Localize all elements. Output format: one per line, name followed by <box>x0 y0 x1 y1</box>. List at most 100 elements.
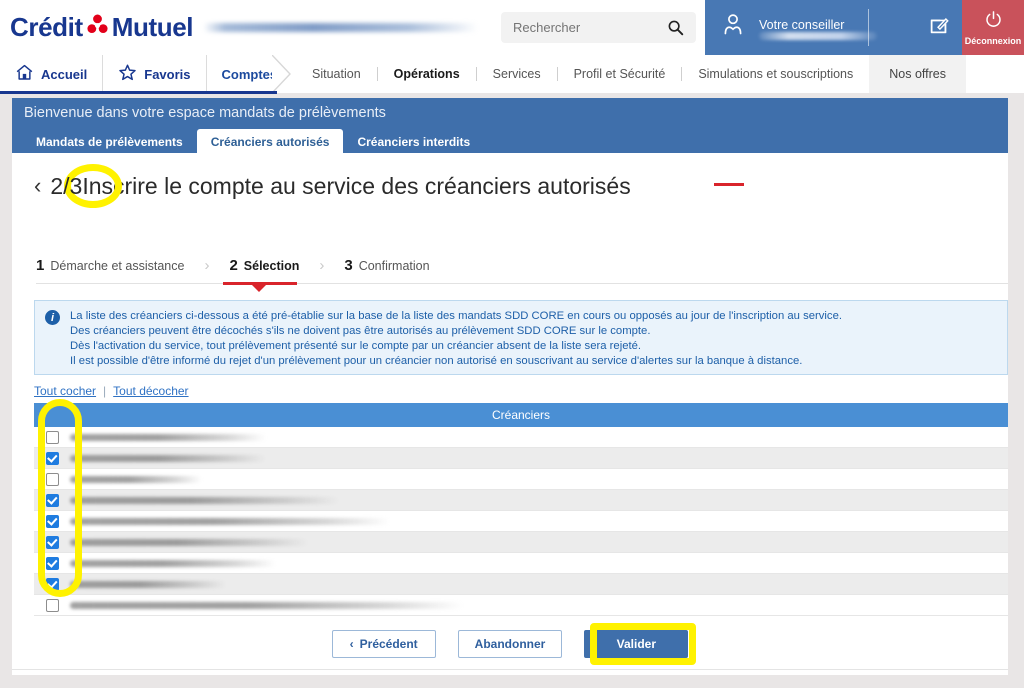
subnav-item-simulations[interactable]: Simulations et souscriptions <box>682 55 869 93</box>
trefoil-icon <box>86 12 109 43</box>
search-box[interactable] <box>501 12 696 43</box>
subnav-item-nos-offres[interactable]: Nos offres <box>869 55 966 93</box>
checkbox-checked[interactable] <box>45 493 59 507</box>
step-fraction: 2/3 <box>50 173 83 199</box>
table-row[interactable] <box>34 574 1008 595</box>
messaging-button[interactable] <box>915 0 962 55</box>
nav-label: Favoris <box>144 66 191 82</box>
table-row[interactable] <box>34 448 1008 469</box>
stepper-caret-icon <box>252 285 266 292</box>
validate-button[interactable]: Valider <box>584 630 689 658</box>
redacted-creditor-name <box>70 475 202 483</box>
table-row[interactable] <box>34 595 1008 616</box>
subnav-item-situation[interactable]: Situation <box>296 55 377 93</box>
abandon-button[interactable]: Abandonner <box>457 630 563 658</box>
step-3[interactable]: 3 Confirmation <box>344 257 429 274</box>
checkbox-checked[interactable] <box>45 514 59 528</box>
table-row[interactable] <box>34 553 1008 574</box>
tab-mandats-de-prelevements[interactable]: Mandats de prélèvements <box>22 129 197 154</box>
step-number: 2 <box>229 257 238 274</box>
section-banner: Bienvenue dans votre espace mandats de p… <box>12 98 1008 154</box>
step-2[interactable]: 2 Sélection <box>229 257 299 274</box>
validate-label: Valider <box>616 637 656 651</box>
previous-label: Précédent <box>359 637 418 651</box>
checkbox-checked[interactable] <box>45 556 59 570</box>
checkbox-checked[interactable] <box>45 535 59 549</box>
table-body <box>34 427 1008 616</box>
form-actions: ‹ Précédent Abandonner Valider <box>12 630 1008 658</box>
step-separator: › <box>204 257 210 274</box>
app-root: Crédit Mutuel Rechercher Votre conseille… <box>0 0 1024 688</box>
advisor-panel[interactable]: Votre conseiller <box>705 0 915 55</box>
home-icon <box>15 63 34 85</box>
step-1[interactable]: 1 Démarche et assistance <box>36 257 184 274</box>
row-checkbox-cell[interactable] <box>34 598 70 612</box>
checkbox-unchecked[interactable] <box>45 430 59 444</box>
table-row[interactable] <box>34 490 1008 511</box>
row-checkbox-cell[interactable] <box>34 472 70 486</box>
nav-item-accueil[interactable]: Accueil <box>0 55 104 93</box>
checkbox-checked[interactable] <box>45 451 59 465</box>
check-all-link[interactable]: Tout cocher <box>34 384 96 398</box>
redacted-creditor-name <box>70 538 308 546</box>
row-checkbox-cell[interactable] <box>34 556 70 570</box>
row-checkbox-cell[interactable] <box>34 577 70 591</box>
page-header: ‹ 2/3 Inscrire le compte au service des … <box>34 173 631 200</box>
info-banner: i La liste des créanciers ci-dessous a é… <box>34 300 1008 375</box>
step-number: 1 <box>36 257 45 274</box>
page-title: Inscrire le compte au service des créanc… <box>82 173 631 199</box>
redacted-account-label <box>203 23 478 32</box>
content-card: ‹ 2/3 Inscrire le compte au service des … <box>12 153 1008 675</box>
row-checkbox-cell[interactable] <box>34 493 70 507</box>
info-line: Dès l'activation du service, tout prélèv… <box>70 340 642 352</box>
table-row[interactable] <box>34 532 1008 553</box>
table-row[interactable] <box>34 427 1008 448</box>
nav-active-underline <box>0 91 277 94</box>
checkbox-checked[interactable] <box>45 577 59 591</box>
edit-square-icon <box>928 14 950 41</box>
tab-creanciers-autorises[interactable]: Créanciers autorisés <box>196 129 344 154</box>
person-icon <box>719 11 747 44</box>
primary-nav: Accueil Favoris Comptes <box>0 55 305 93</box>
banner-title: Bienvenue dans votre espace mandats de p… <box>24 105 386 121</box>
subnav-item-profil-securite[interactable]: Profil et Sécurité <box>558 55 682 93</box>
logo-text-mutuel: Mutuel <box>111 12 194 42</box>
redacted-creditor-name <box>70 580 226 588</box>
step-label: Démarche et assistance <box>50 259 185 273</box>
checkbox-unchecked[interactable] <box>45 472 59 486</box>
search-input[interactable] <box>513 20 653 35</box>
brand-logo[interactable]: Crédit Mutuel <box>10 12 193 43</box>
advisor-text: Votre conseiller <box>759 16 877 40</box>
row-checkbox-cell[interactable] <box>34 514 70 528</box>
nav-label: Comptes <box>221 66 278 82</box>
step-label: Confirmation <box>358 259 430 273</box>
checkbox-unchecked[interactable] <box>45 598 59 612</box>
info-line: Il est possible d'être informé du rejet … <box>70 355 803 367</box>
abandon-label: Abandonner <box>474 637 546 651</box>
subnav-item-operations[interactable]: Opérations <box>378 55 476 93</box>
divider: | <box>103 384 107 398</box>
step-separator: › <box>319 257 325 274</box>
redacted-creditor-name <box>70 517 390 525</box>
row-checkbox-cell[interactable] <box>34 535 70 549</box>
banner-tabs: Mandats de prélèvements Créanciers autor… <box>22 129 484 154</box>
uncheck-all-link[interactable]: Tout décocher <box>113 384 188 398</box>
table-row[interactable] <box>34 511 1008 532</box>
logout-button[interactable]: Déconnexion <box>962 0 1024 55</box>
chevron-left-icon[interactable]: ‹ <box>34 173 41 199</box>
redacted-creditor-name <box>70 454 266 462</box>
nav-item-favoris[interactable]: Favoris <box>103 55 207 93</box>
row-checkbox-cell[interactable] <box>34 451 70 465</box>
info-line: La liste des créanciers ci-dessous a été… <box>70 310 842 322</box>
redacted-creditor-name <box>70 496 339 504</box>
subnav-item-services[interactable]: Services <box>477 55 557 93</box>
info-line: Des créanciers peuvent être décochés s'i… <box>70 325 651 337</box>
nav-arrow-shape <box>271 54 298 94</box>
top-header: Crédit Mutuel Rechercher Votre conseille… <box>0 0 1024 55</box>
previous-button[interactable]: ‹ Précédent <box>331 630 436 658</box>
row-checkbox-cell[interactable] <box>34 430 70 444</box>
table-row[interactable] <box>34 469 1008 490</box>
search-icon[interactable] <box>667 19 684 41</box>
title-accent-bar <box>714 183 744 186</box>
tab-creanciers-interdits[interactable]: Créanciers interdits <box>343 129 484 154</box>
